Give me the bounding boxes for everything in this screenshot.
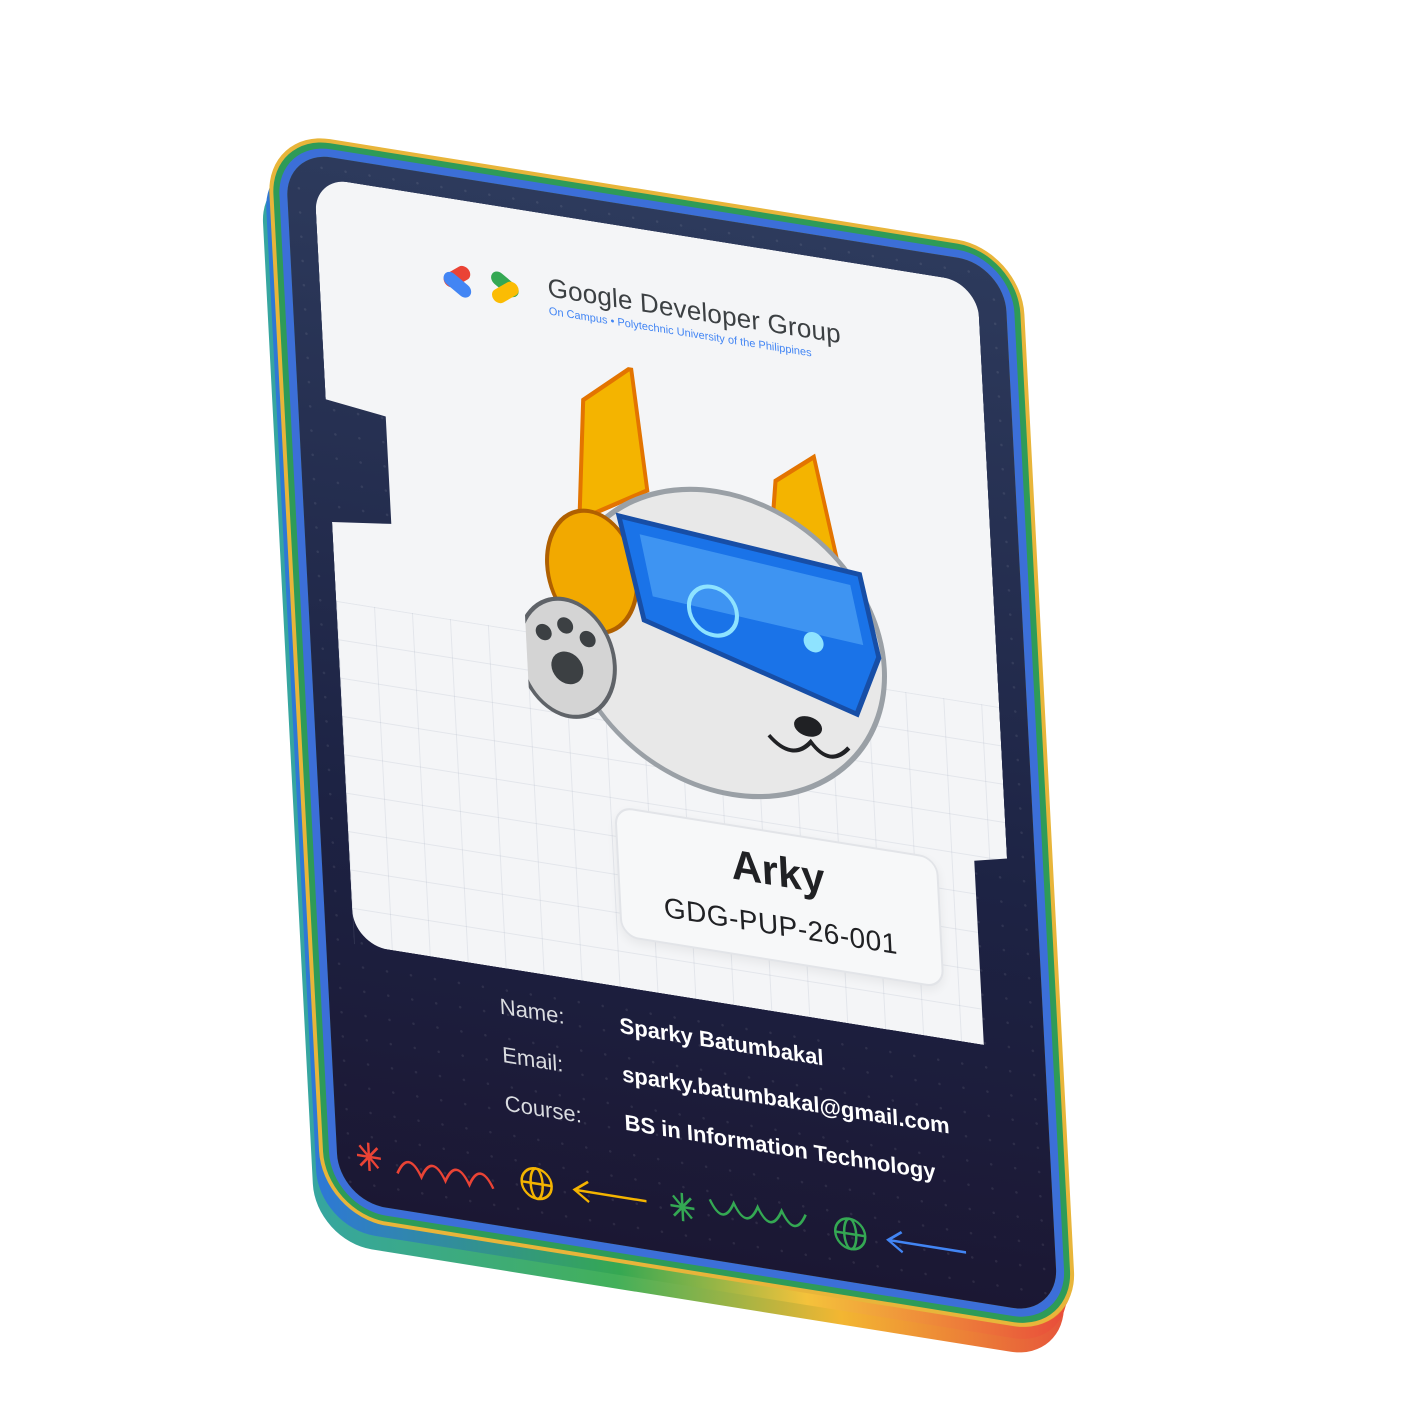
asterisk-icon bbox=[670, 1192, 695, 1222]
wave-icon bbox=[708, 1199, 807, 1228]
gdg-logo: Google Developer Group On Campus • Polyt… bbox=[437, 252, 842, 365]
globe-icon bbox=[833, 1217, 867, 1251]
id-card-stage: Google Developer Group On Campus • Polyt… bbox=[0, 0, 1427, 1427]
card-face: Google Developer Group On Campus • Polyt… bbox=[285, 150, 1059, 1316]
mascot-illustration bbox=[511, 348, 912, 833]
card-top-panel: Google Developer Group On Campus • Polyt… bbox=[314, 177, 1017, 1051]
id-card: Google Developer Group On Campus • Polyt… bbox=[260, 139, 1076, 1361]
globe-icon bbox=[520, 1167, 553, 1201]
gdg-logo-icon bbox=[437, 252, 535, 316]
arrow-left-icon bbox=[572, 1180, 647, 1203]
arrow-left-icon bbox=[886, 1230, 967, 1254]
asterisk-icon bbox=[356, 1142, 381, 1172]
